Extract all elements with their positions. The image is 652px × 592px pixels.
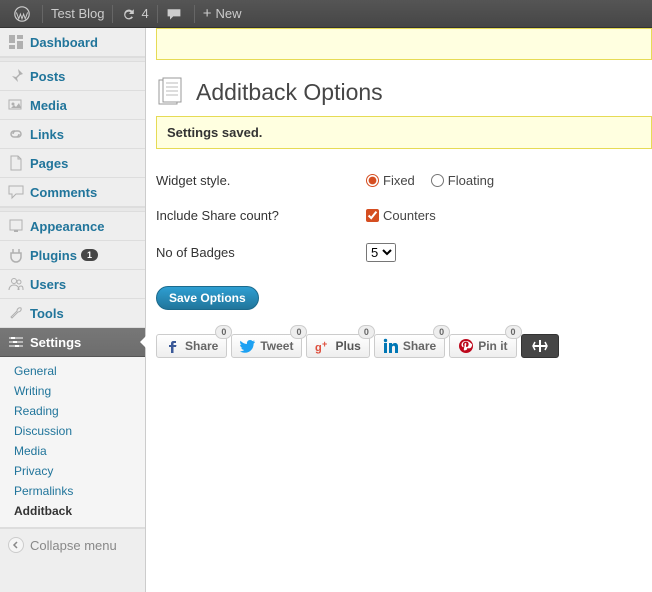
settings-icon — [8, 334, 24, 350]
more-icon — [532, 338, 548, 354]
badge-more[interactable] — [521, 334, 559, 358]
share-badges-row: Share 0 Tweet 0 g+ Plus 0 Share 0 Pin it — [156, 334, 642, 358]
content-area: Additback Options Settings saved. Widget… — [146, 28, 652, 592]
linkedin-icon — [383, 338, 399, 354]
facebook-icon — [165, 338, 181, 354]
sidebar-item-comments[interactable]: Comments — [0, 178, 145, 207]
widget-style-label: Widget style. — [156, 173, 366, 188]
sidebar-item-settings[interactable]: Settings — [0, 328, 145, 357]
collapse-icon — [8, 537, 24, 553]
link-icon — [8, 126, 24, 142]
svg-text:g: g — [315, 342, 322, 354]
collapse-menu[interactable]: Collapse menu — [0, 528, 145, 561]
comments-icon — [8, 184, 24, 200]
sidebar-item-posts[interactable]: Posts — [0, 62, 145, 91]
tools-icon — [8, 305, 24, 321]
pinterest-icon — [458, 338, 474, 354]
submenu-reading[interactable]: Reading — [0, 401, 145, 421]
sidebar-item-media[interactable]: Media — [0, 91, 145, 120]
users-icon — [8, 276, 24, 292]
sidebar-item-tools[interactable]: Tools — [0, 299, 145, 328]
plugin-icon — [8, 247, 24, 263]
badge-count: 0 — [215, 325, 232, 339]
widget-style-floating[interactable]: Floating — [431, 173, 494, 188]
submenu-general[interactable]: General — [0, 361, 145, 381]
site-name[interactable]: Test Blog — [43, 0, 112, 27]
counters-checkbox[interactable] — [366, 209, 379, 222]
sidebar-item-users[interactable]: Users — [0, 270, 145, 299]
submenu-discussion[interactable]: Discussion — [0, 421, 145, 441]
site-name-label: Test Blog — [51, 6, 104, 21]
settings-form: Widget style. Fixed Floating Include Sha… — [156, 163, 642, 272]
page-header: Additback Options — [146, 68, 652, 116]
submenu-media[interactable]: Media — [0, 441, 145, 461]
wp-logo[interactable] — [6, 0, 42, 27]
googleplus-icon: g+ — [315, 338, 331, 354]
new-content[interactable]: + New — [195, 0, 250, 27]
sidebar-item-appearance[interactable]: Appearance — [0, 212, 145, 241]
wordpress-icon — [14, 6, 30, 22]
top-notice-strip — [156, 28, 652, 60]
updates[interactable]: 4 — [113, 0, 156, 27]
radio-floating[interactable] — [431, 174, 444, 187]
sidebar-item-dashboard[interactable]: Dashboard — [0, 28, 145, 57]
comments-bubble[interactable] — [158, 0, 194, 27]
badge-count: 0 — [290, 325, 307, 339]
page-icon — [8, 155, 24, 171]
svg-text:+: + — [322, 339, 327, 349]
badge-linkedin[interactable]: Share 0 — [374, 334, 445, 358]
dashboard-icon — [8, 34, 24, 50]
settings-saved-notice: Settings saved. — [156, 116, 652, 149]
twitter-icon — [240, 338, 256, 354]
include-count-label: Include Share count? — [156, 208, 366, 223]
submenu-permalinks[interactable]: Permalinks — [0, 481, 145, 501]
submenu-additback[interactable]: Additback — [0, 501, 145, 521]
badge-pinterest[interactable]: Pin it 0 — [449, 334, 516, 358]
plugin-update-badge: 1 — [81, 249, 98, 261]
options-icon — [156, 76, 188, 108]
badge-count: 0 — [433, 325, 450, 339]
new-label: New — [215, 6, 241, 21]
badge-count: 0 — [358, 325, 375, 339]
plus-icon: + — [203, 5, 212, 22]
counters-checkbox-wrap[interactable]: Counters — [366, 208, 436, 223]
admin-sidebar: Dashboard Posts Media Links Pages Comm — [0, 28, 146, 592]
submenu-privacy[interactable]: Privacy — [0, 461, 145, 481]
refresh-icon — [121, 6, 137, 22]
sidebar-item-links[interactable]: Links — [0, 120, 145, 149]
widget-style-fixed[interactable]: Fixed — [366, 173, 415, 188]
page-title: Additback Options — [196, 79, 383, 106]
media-icon — [8, 97, 24, 113]
radio-fixed[interactable] — [366, 174, 379, 187]
sidebar-item-pages[interactable]: Pages — [0, 149, 145, 178]
badge-twitter[interactable]: Tweet 0 — [231, 334, 302, 358]
badge-facebook[interactable]: Share 0 — [156, 334, 227, 358]
submenu-writing[interactable]: Writing — [0, 381, 145, 401]
comment-icon — [166, 6, 182, 22]
updates-count: 4 — [141, 6, 148, 21]
settings-submenu: General Writing Reading Discussion Media… — [0, 357, 145, 528]
badges-select[interactable]: 5 — [366, 243, 396, 262]
save-options-button[interactable]: Save Options — [156, 286, 259, 310]
sidebar-item-plugins[interactable]: Plugins 1 — [0, 241, 145, 270]
appearance-icon — [8, 218, 24, 234]
badges-count-label: No of Badges — [156, 245, 366, 260]
badge-googleplus[interactable]: g+ Plus 0 — [306, 334, 369, 358]
badge-count: 0 — [505, 325, 522, 339]
admin-bar: Test Blog 4 + New — [0, 0, 652, 28]
pin-icon — [8, 68, 24, 84]
